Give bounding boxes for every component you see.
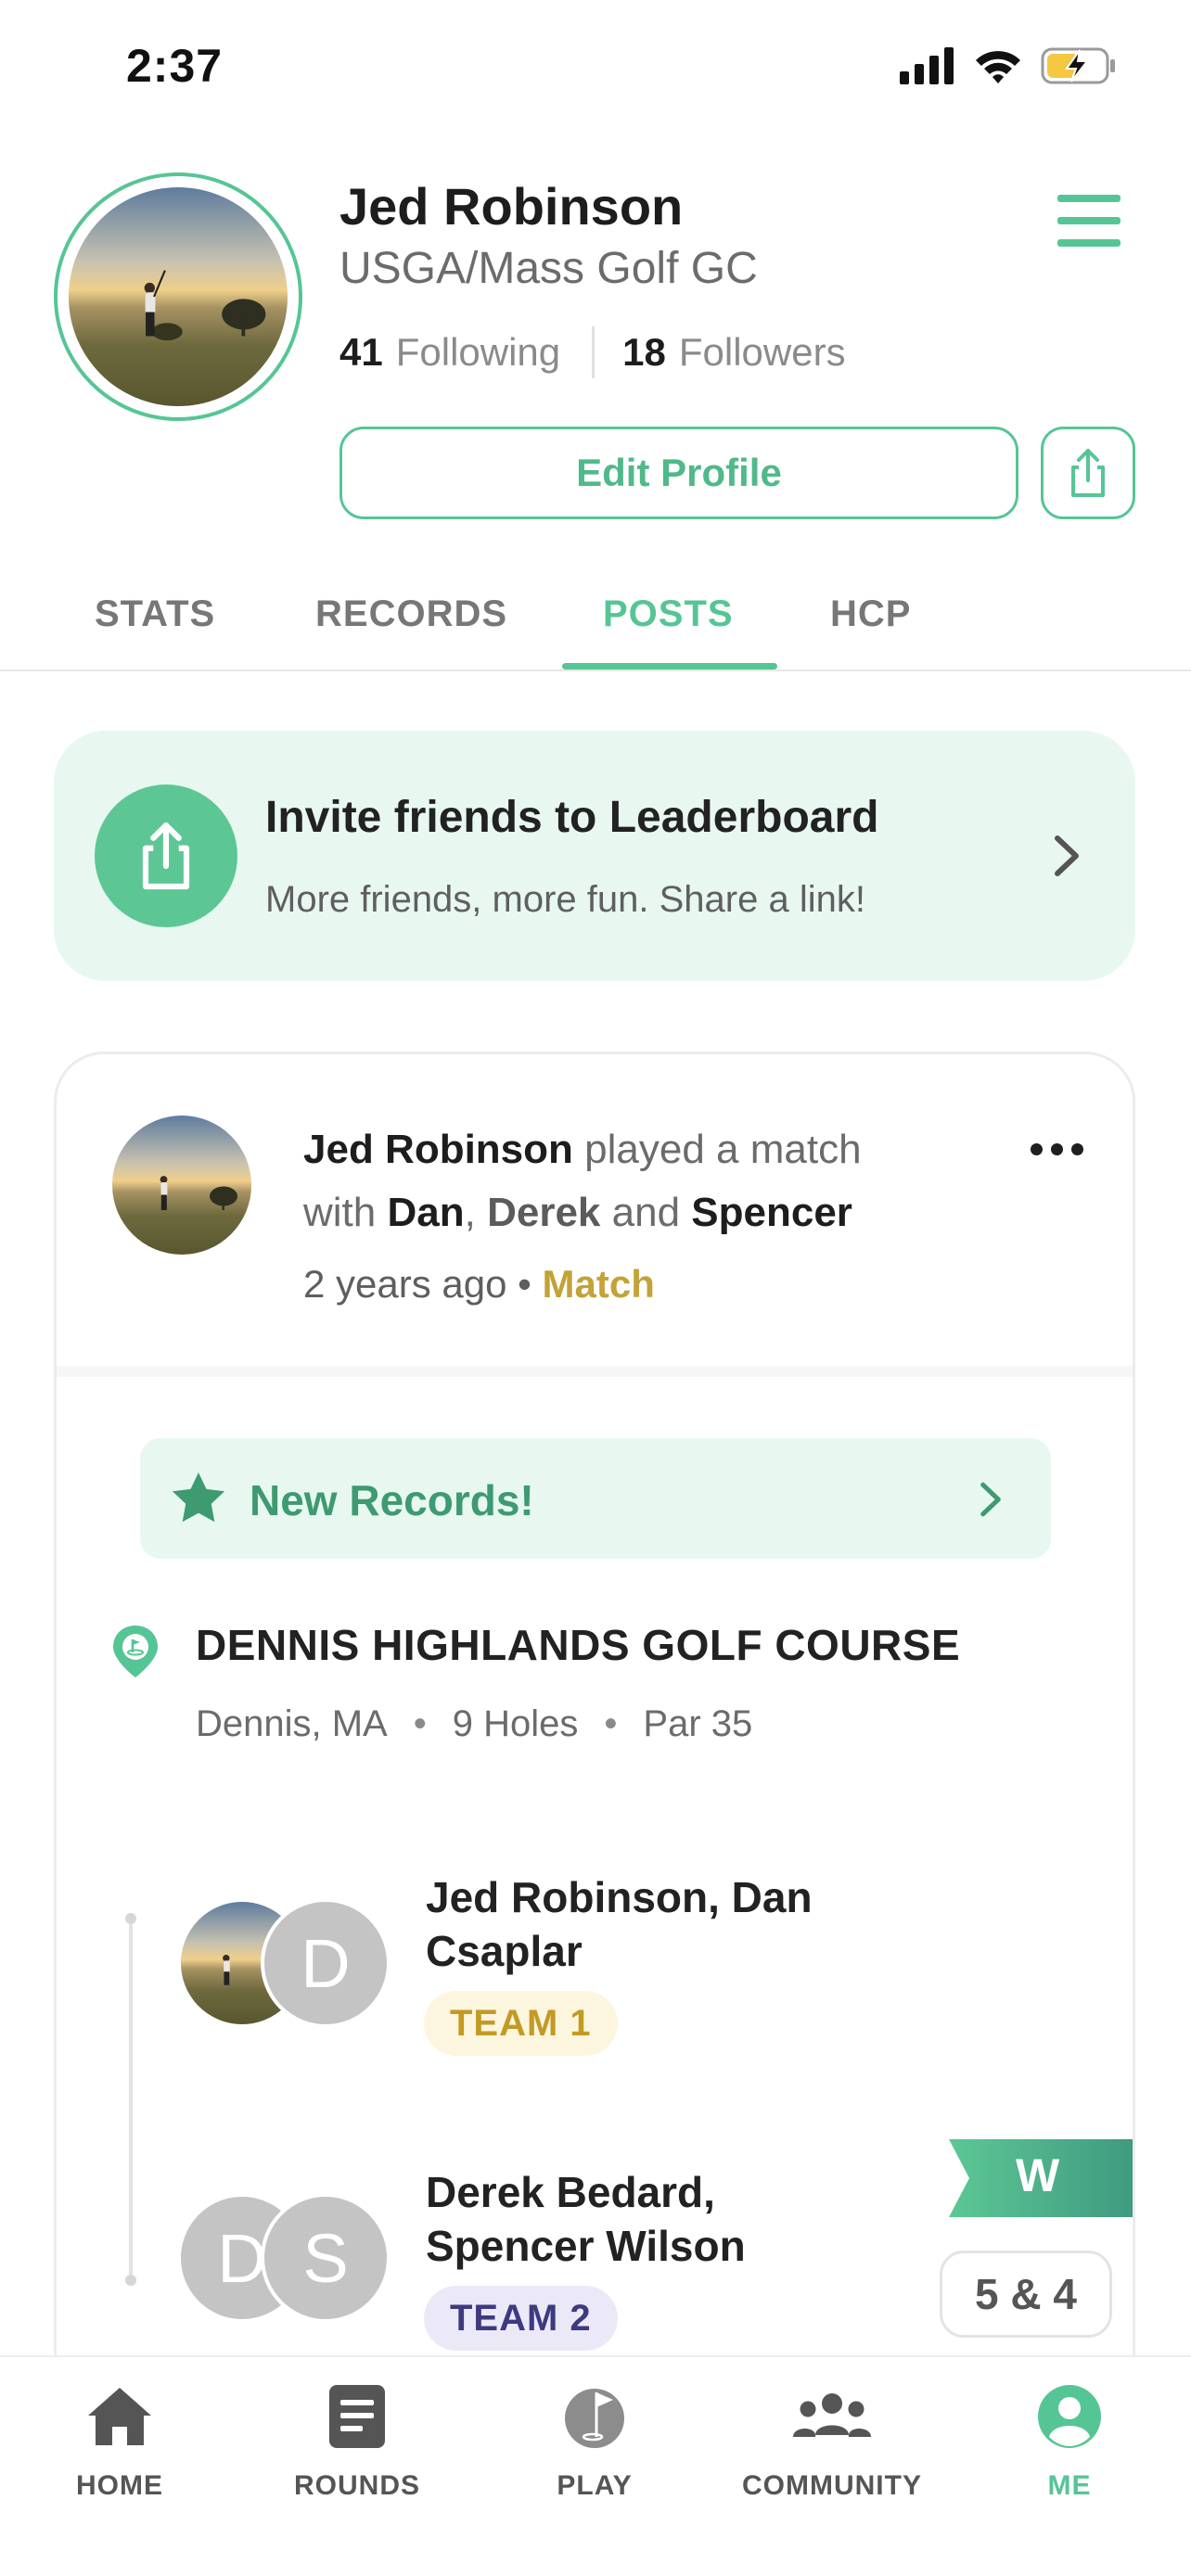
course-info-separator: •: [413, 1703, 427, 1744]
nav-rounds-label: ROUNDS: [293, 2470, 420, 2501]
golf-ball-flag-icon: [548, 2379, 641, 2454]
new-records-banner[interactable]: New Records!: [140, 1438, 1051, 1559]
post-type: Match: [542, 1262, 655, 1306]
invite-title: Invite friends to Leaderboard: [265, 793, 879, 842]
community-icon: [786, 2379, 878, 2454]
profile-club: USGA/Mass Golf GC: [339, 244, 758, 293]
nav-home-label: HOME: [76, 2470, 163, 2501]
tab-posts[interactable]: POSTS: [603, 593, 734, 635]
share-profile-button[interactable]: [1041, 427, 1135, 519]
more-options-icon[interactable]: [1031, 1143, 1083, 1155]
status-bar: 2:37: [0, 0, 1191, 139]
post-player-derek[interactable]: Derek: [487, 1190, 600, 1235]
match-post-card: Jed Robinson played a match with Dan, De…: [54, 1052, 1135, 2405]
invite-subtitle: More friends, more fun. Share a link!: [265, 879, 865, 920]
tab-records[interactable]: RECORDS: [315, 593, 507, 635]
profile-photo: [69, 187, 288, 406]
nav-community[interactable]: COMMUNITY: [721, 2379, 943, 2502]
course-par: Par 35: [643, 1703, 753, 1744]
post-action: played a match: [584, 1127, 862, 1172]
course-location: Dennis, MA: [196, 1703, 388, 1744]
nav-play-label: PLAY: [557, 2470, 633, 2501]
status-icons: [900, 46, 1117, 85]
golf-course-pin-icon: [113, 1626, 158, 1677]
profile-icon: [1023, 2379, 1116, 2454]
winner-flag-label: W: [1016, 2149, 1060, 2201]
team-member-avatar[interactable]: D: [261, 1898, 391, 2028]
profile-avatar[interactable]: [54, 172, 302, 421]
post-player-spencer[interactable]: Spencer: [691, 1190, 852, 1235]
match-score: 5 & 4: [940, 2251, 1112, 2338]
nav-home[interactable]: HOME: [8, 2379, 231, 2502]
invite-friends-card[interactable]: Invite friends to Leaderboard More frien…: [54, 731, 1135, 981]
profile-name: Jed Robinson: [339, 177, 684, 236]
post-author-name[interactable]: Jed Robinson: [303, 1127, 573, 1172]
following-label[interactable]: Following: [396, 330, 560, 375]
course-name[interactable]: DENNIS HIGHLANDS GOLF COURSE: [196, 1620, 960, 1670]
nav-me-label: ME: [1047, 2470, 1092, 2501]
star-icon: [172, 1472, 225, 1523]
course-holes: 9 Holes: [452, 1703, 579, 1744]
post-player-dan[interactable]: Dan: [387, 1190, 464, 1235]
post-author-avatar[interactable]: [112, 1116, 251, 1255]
new-records-label: New Records!: [250, 1476, 534, 1524]
post-and-word: and: [611, 1190, 681, 1235]
profile-tabs: STATS RECORDS POSTS HCP: [0, 567, 1191, 671]
nav-me[interactable]: ME: [958, 2379, 1181, 2502]
share-icon: [1071, 449, 1105, 497]
nav-play[interactable]: PLAY: [483, 2379, 706, 2502]
winner-flag: W: [949, 2139, 1133, 2217]
team2-names: Derek Bedard, Spencer Wilson: [426, 2168, 746, 2270]
nav-rounds[interactable]: ROUNDS: [246, 2379, 468, 2502]
post-with-prefix: with: [303, 1190, 377, 1235]
scorecard-icon: [311, 2379, 403, 2454]
team1-names: Jed Robinson, Dan Csaplar: [426, 1873, 813, 1975]
post-summary-line1: Jed Robinson played a match: [303, 1117, 862, 1182]
tab-stats[interactable]: STATS: [95, 593, 215, 635]
team2-badge: TEAM 2: [424, 2286, 618, 2351]
bottom-nav: HOME ROUNDS PLAY COMMUNITY ME: [0, 2355, 1191, 2576]
nav-community-label: COMMUNITY: [742, 2470, 922, 2501]
chevron-right-icon: [980, 1482, 1001, 1517]
course-info-separator: •: [604, 1703, 618, 1744]
post-divider: [57, 1366, 1133, 1377]
cellular-signal-icon: [900, 47, 954, 84]
team2-avatars: D S: [177, 2193, 400, 2323]
post-meta: 2 years ago • Match: [303, 1256, 655, 1312]
course-info: Dennis, MA • 9 Holes • Par 35: [196, 1703, 752, 1745]
tab-hcp[interactable]: HCP: [830, 593, 911, 635]
stats-divider: [592, 326, 596, 378]
home-icon: [73, 2379, 166, 2454]
chevron-right-icon: [1055, 835, 1079, 876]
post-header: Jed Robinson played a match with Dan, De…: [57, 1054, 1133, 1370]
post-meta-separator: •: [518, 1262, 531, 1306]
post-summary-line2: with Dan, Derek and Spencer: [303, 1190, 852, 1235]
edit-profile-button[interactable]: Edit Profile: [339, 427, 1018, 519]
followers-label[interactable]: Followers: [679, 330, 846, 375]
followers-count[interactable]: 18: [622, 330, 666, 375]
invite-share-icon: [95, 784, 237, 927]
wifi-icon: [976, 51, 1020, 83]
team1-avatars: D: [177, 1898, 400, 2028]
battery-charging-icon: [1041, 47, 1115, 84]
following-count[interactable]: 41: [339, 330, 383, 375]
hamburger-menu-icon[interactable]: [1057, 195, 1121, 247]
active-tab-indicator: [562, 663, 777, 670]
team-timeline: [125, 1913, 136, 2286]
follow-stats: 41 Following 18 Followers: [339, 326, 846, 378]
status-time: 2:37: [126, 40, 224, 92]
post-time-ago: 2 years ago: [303, 1262, 507, 1306]
team-member-avatar[interactable]: S: [261, 2193, 391, 2323]
team1-badge: TEAM 1: [424, 1991, 618, 2056]
